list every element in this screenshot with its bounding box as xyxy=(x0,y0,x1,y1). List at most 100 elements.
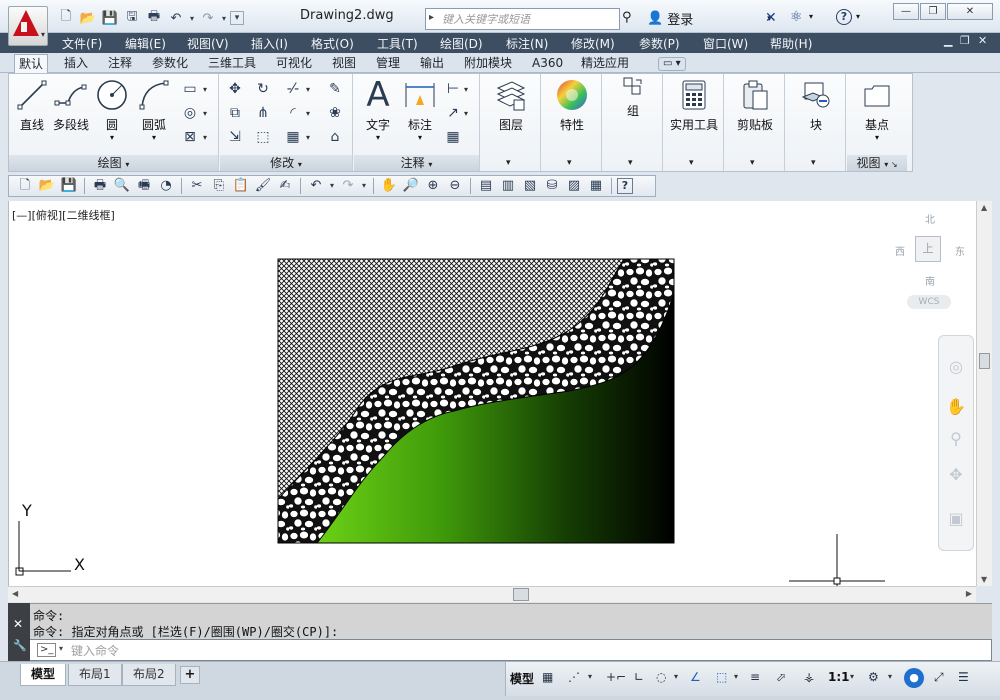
object-snap-dropdown-icon[interactable]: ▾ xyxy=(734,672,738,681)
markup-icon[interactable]: ▨ xyxy=(564,177,584,195)
selection-cycling-icon[interactable]: ⬀ xyxy=(776,670,786,684)
menu-dimension[interactable]: 标注(N) xyxy=(506,35,548,52)
menu-window[interactable]: 窗口(W) xyxy=(703,35,748,52)
lineweight-icon[interactable]: ≡ xyxy=(750,670,760,684)
open-icon[interactable]: 📂 xyxy=(37,177,57,195)
linear-dim-dropdown-icon[interactable]: ▾ xyxy=(464,85,468,94)
vertical-scroll-thumb[interactable] xyxy=(979,353,990,369)
tab-a360[interactable]: A360 xyxy=(528,55,567,73)
menu-file[interactable]: 文件(F) xyxy=(62,35,102,52)
text-tool[interactable]: A 文字 ▾ xyxy=(360,75,396,142)
zoom-window-icon[interactable]: ⊕ xyxy=(423,177,443,195)
utilities-tool[interactable]: 实用工具 xyxy=(666,78,722,133)
paste-icon[interactable]: 📋 xyxy=(231,177,251,195)
undo-icon[interactable]: ↶ xyxy=(166,8,186,28)
tab-addins[interactable]: 附加模块 xyxy=(460,55,516,73)
array-dropdown-icon[interactable]: ▾ xyxy=(306,133,310,142)
design-center-icon[interactable]: ▥ xyxy=(498,177,518,195)
modify-panel-title[interactable]: 修改 ▾ xyxy=(220,155,352,171)
view-panel-title[interactable]: 视图 ▾ ↘ xyxy=(847,155,907,171)
scale-icon[interactable]: ⬚ xyxy=(254,128,272,146)
block-tool[interactable]: 块 xyxy=(796,78,836,133)
rotate-icon[interactable]: ↻ xyxy=(254,80,272,98)
3d-dwf-icon[interactable]: ◔ xyxy=(156,177,176,195)
command-prompt-icon[interactable]: >_ xyxy=(37,643,57,657)
save-as-icon[interactable]: 🖫 xyxy=(122,8,142,28)
scroll-right-icon[interactable]: ▶ xyxy=(966,589,972,598)
stretch-icon[interactable]: ⇲ xyxy=(226,128,244,146)
viewcube-west[interactable]: 西 xyxy=(895,243,905,258)
draw-panel-title[interactable]: 绘图 ▾ xyxy=(9,155,218,171)
pan-icon[interactable]: ✋ xyxy=(379,177,399,195)
offset-icon[interactable]: ⌂ xyxy=(326,128,344,146)
doc-close-icon[interactable]: ✕ xyxy=(978,34,987,47)
tab-visualize[interactable]: 可视化 xyxy=(272,55,316,73)
isolate-objects-icon[interactable]: ● xyxy=(904,668,924,688)
boundary-icon[interactable]: ⊠ xyxy=(181,128,199,146)
vertical-scrollbar[interactable]: ▲ ▼ xyxy=(976,201,992,586)
menu-view[interactable]: 视图(V) xyxy=(187,35,229,52)
menu-tools[interactable]: 工具(T) xyxy=(377,35,418,52)
annotation-panel-title[interactable]: 注释 ▾ xyxy=(354,155,479,171)
tab-featured-apps[interactable]: 精选应用 xyxy=(577,55,633,73)
mirror-icon[interactable]: ⋔ xyxy=(254,104,272,122)
menu-format[interactable]: 格式(O) xyxy=(311,35,354,52)
rectangle-dropdown-icon[interactable]: ▾ xyxy=(203,85,207,94)
help-dropdown-icon[interactable]: ▾ xyxy=(856,12,860,21)
polyline-tool[interactable]: 多段线 xyxy=(51,78,91,133)
infer-constraints-icon[interactable]: +⌐ xyxy=(606,670,626,684)
redo-icon[interactable]: ↷ xyxy=(198,8,218,28)
match-properties-icon[interactable]: 🖌 xyxy=(253,177,273,195)
tool-palettes-icon[interactable]: ▧ xyxy=(520,177,540,195)
application-menu-button[interactable]: ▾ xyxy=(8,6,48,46)
cut-icon[interactable]: ✂ xyxy=(187,177,207,195)
help-icon[interactable]: ? xyxy=(836,9,852,25)
group-tool[interactable]: 组 xyxy=(613,76,653,119)
rectangle-icon[interactable]: ▭ xyxy=(181,80,199,98)
wcs-menu[interactable]: WCS xyxy=(907,295,951,309)
tab-default[interactable]: 默认 xyxy=(14,54,49,74)
plot-icon[interactable]: 🖶 xyxy=(144,8,164,28)
search-box[interactable]: ▸ xyxy=(425,8,620,30)
hatch-icon[interactable]: ◎ xyxy=(181,104,199,122)
move-icon[interactable]: ✥ xyxy=(226,80,244,98)
customization-menu-icon[interactable]: ☰ xyxy=(958,670,969,684)
trim-icon[interactable]: -⁄- xyxy=(284,80,302,98)
viewcube-south[interactable]: 南 xyxy=(925,273,935,288)
search-expand-icon[interactable]: ▸ xyxy=(429,12,434,23)
tab-annotate[interactable]: 注释 xyxy=(104,55,136,73)
print-icon[interactable]: 🖶 xyxy=(90,177,110,195)
linear-dim-icon[interactable]: ⊢ xyxy=(444,80,462,98)
basepoint-dropdown-icon[interactable]: ▾ xyxy=(855,133,899,142)
doc-restore-icon[interactable]: ❐ xyxy=(960,34,970,47)
toolbar-redo-icon[interactable]: ↷ xyxy=(338,177,358,195)
fillet-dropdown-icon[interactable]: ▾ xyxy=(306,109,310,118)
viewcube-top-face[interactable]: 上 xyxy=(915,236,941,262)
new-icon[interactable]: 🗋 xyxy=(15,177,35,195)
redo-dropdown-icon[interactable]: ▾ xyxy=(220,8,228,28)
circle-dropdown-icon[interactable]: ▾ xyxy=(95,133,129,142)
workspace-dropdown-icon[interactable]: ▾ xyxy=(888,672,892,681)
boundary-dropdown-icon[interactable]: ▾ xyxy=(203,133,207,142)
snap-dropdown-icon[interactable]: ▾ xyxy=(588,672,592,681)
trim-dropdown-icon[interactable]: ▾ xyxy=(306,85,310,94)
close-button[interactable]: ✕ xyxy=(947,3,993,20)
clipboard-tool[interactable]: 剪贴板 xyxy=(731,78,779,133)
grid-icon[interactable]: ▦ xyxy=(542,670,553,684)
save-toolbar-icon[interactable]: 💾 xyxy=(59,177,79,195)
layers-tool[interactable]: 图层 xyxy=(491,78,531,133)
copy-clip-icon[interactable]: ⎘ xyxy=(209,177,229,195)
fullscreen-icon[interactable]: ⤢ xyxy=(934,670,944,685)
annotation-scale-dropdown-icon[interactable]: ▾ xyxy=(850,672,854,681)
restore-button[interactable]: ❐ xyxy=(920,3,946,20)
showmotion-icon[interactable]: ▣ xyxy=(945,508,967,530)
orbit-icon[interactable]: ✥ xyxy=(945,464,967,486)
command-line[interactable]: >_ ▾ xyxy=(8,639,992,661)
exchange-apps-icon[interactable]: ✕ xyxy=(765,10,777,26)
new-file-icon[interactable]: 🗋 xyxy=(56,8,76,28)
menu-parametric[interactable]: 参数(P) xyxy=(639,35,680,52)
annotation-visibility-icon[interactable]: ⚶ xyxy=(804,670,814,684)
object-snap-tracking-icon[interactable]: ∠ xyxy=(690,670,701,684)
zoom-previous-icon[interactable]: ⊖ xyxy=(445,177,465,195)
line-tool[interactable]: 直线 xyxy=(15,78,49,133)
